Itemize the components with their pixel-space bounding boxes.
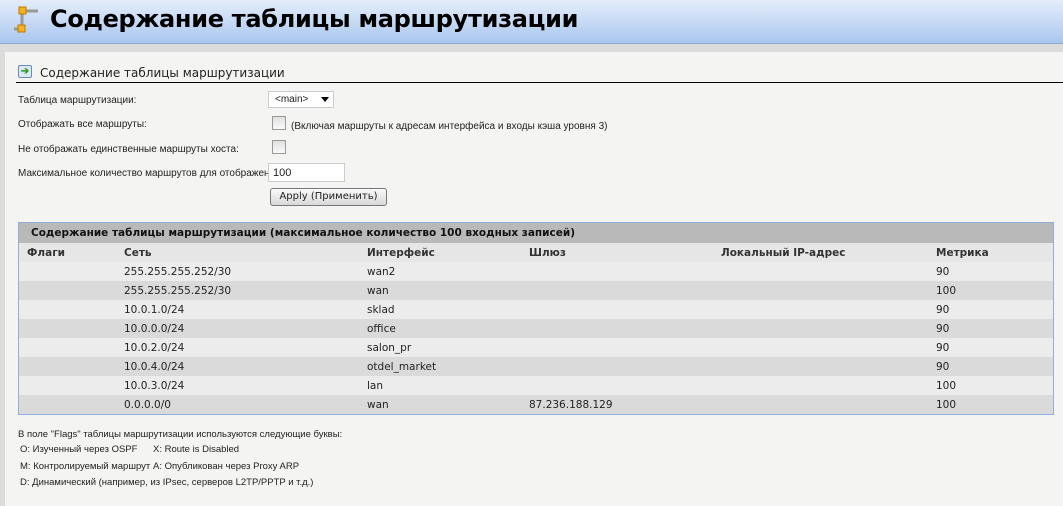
show-all-note: (Включая маршруты к адресам интерфейса и… (291, 121, 608, 132)
legend-d: D: Динамический (например, из IPsec, сер… (20, 477, 314, 488)
arrow-right-icon: ➔ (18, 65, 32, 78)
cell-network: 10.0.3.0/24 (124, 380, 185, 392)
page-title: Содержание таблицы маршрутизации (50, 5, 579, 33)
cell-metric: 100 (936, 380, 957, 392)
legend-o: O: Изученный через OSPF (20, 444, 138, 455)
table-row: 255.255.255.252/30 wan2 90 (19, 262, 1053, 281)
cell-metric: 90 (936, 266, 950, 278)
cell-metric: 90 (936, 361, 950, 373)
cell-network: 10.0.0.0/24 (124, 323, 185, 335)
legend-m: M: Контролируемый маршрут (20, 461, 151, 472)
routing-table-label: Таблица маршрутизации: (18, 95, 137, 106)
max-routes-label: Максимальное количество маршрутов для от… (18, 168, 284, 179)
divider (0, 44, 1063, 52)
cell-metric: 90 (936, 342, 950, 354)
cell-network: 255.255.255.252/30 (124, 285, 232, 297)
table-caption: Содержание таблицы маршрутизации (максим… (19, 223, 1053, 243)
cell-gateway: 87.236.188.129 (529, 399, 613, 411)
column-header-interface: Интерфейс (367, 247, 435, 259)
cell-network: 10.0.4.0/24 (124, 361, 185, 373)
column-header-gateway: Шлюз (529, 247, 566, 259)
hide-host-checkbox[interactable] (272, 140, 286, 154)
column-header-network: Сеть (124, 247, 152, 259)
hide-host-label: Не отображать единственные маршруты хост… (18, 144, 239, 155)
table-row: 10.0.2.0/24 salon_pr 90 (19, 338, 1053, 357)
cell-network: 10.0.2.0/24 (124, 342, 185, 354)
routing-table-value: <main> (275, 94, 309, 105)
cell-metric: 90 (936, 304, 950, 316)
cell-metric: 90 (936, 323, 950, 335)
table-row: 0.0.0.0/0 wan 87.236.188.129 100 (19, 395, 1053, 414)
cell-interface: salon_pr (367, 342, 412, 354)
legend-a: A: Опубликован через Proxy ARP (153, 461, 300, 472)
left-border (0, 52, 5, 506)
column-header-flags: Флаги (27, 247, 66, 259)
apply-button[interactable]: Apply (Применить) (270, 188, 387, 206)
cell-interface: wan (367, 399, 389, 411)
cell-network: 10.0.1.0/24 (124, 304, 185, 316)
cell-interface: lan (367, 380, 384, 392)
show-all-checkbox[interactable] (272, 116, 286, 130)
column-header-metric: Метрика (936, 247, 989, 259)
max-routes-input[interactable]: 100 (268, 163, 345, 182)
section-header: ➔ Содержание таблицы маршрутизации (16, 63, 1063, 83)
table-header-row: Флаги Сеть Интерфейс Шлюз Локальный IP-адрес… (19, 243, 1053, 262)
legend-x: X: Route is Disabled (153, 444, 240, 455)
page-header: Содержание таблицы маршрутизации (0, 0, 1063, 44)
section-title: Содержание таблицы маршрутизации (40, 66, 285, 80)
cell-metric: 100 (936, 399, 957, 411)
routing-icon (14, 6, 38, 33)
table-row: 10.0.4.0/24 otdel_market 90 (19, 357, 1053, 376)
cell-interface: wan2 (367, 266, 396, 278)
table-row: 10.0.1.0/24 sklad 90 (19, 300, 1053, 319)
cell-interface: wan (367, 285, 389, 297)
table-row: 10.0.3.0/24 lan 100 (19, 376, 1053, 395)
cell-metric: 100 (936, 285, 957, 297)
cell-interface: otdel_market (367, 361, 437, 373)
routing-table: Содержание таблицы маршрутизации (максим… (18, 222, 1054, 415)
cell-interface: office (367, 323, 396, 335)
table-row: 255.255.255.252/30 wan 100 (19, 281, 1053, 300)
cell-network: 255.255.255.252/30 (124, 266, 232, 278)
chevron-down-icon (321, 97, 329, 102)
cell-network: 0.0.0.0/0 (124, 399, 171, 411)
column-header-local-ip: Локальный IP-адрес (721, 247, 846, 259)
show-all-label: Отображать все маршруты: (18, 119, 147, 130)
table-row: 10.0.0.0/24 office 90 (19, 319, 1053, 338)
routing-table-select[interactable]: <main> (268, 91, 334, 108)
cell-interface: sklad (367, 304, 395, 316)
legend-intro: В поле "Flags" таблицы маршрутизации исп… (18, 429, 343, 440)
